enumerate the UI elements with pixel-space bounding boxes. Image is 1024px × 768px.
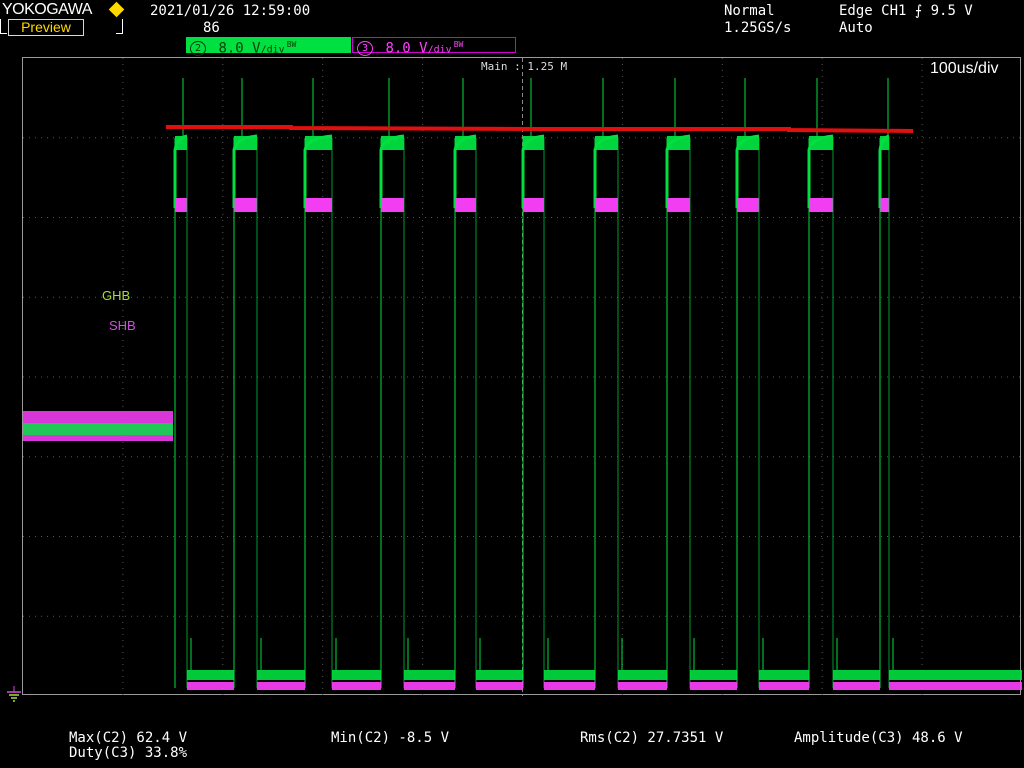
ch3-pulse-high — [737, 198, 759, 212]
datetime: 2021/01/26 12:59:00 — [150, 3, 311, 19]
ch3-pulse-high — [175, 198, 187, 212]
record-length-label: Main : 1.25 M — [481, 60, 568, 73]
brand-logo: YOKOGAWA — [2, 1, 92, 18]
ch3-pulse-high — [809, 198, 833, 212]
ch2-low-band — [187, 670, 234, 680]
trace-label-ghb: GHB — [102, 288, 131, 303]
ch2-low-band — [332, 670, 381, 680]
ch3-low-band — [618, 682, 667, 690]
waveform-canvas — [23, 58, 1022, 696]
trace-label-shb: SHB — [109, 318, 136, 333]
channel-2-number: 2 — [190, 41, 206, 57]
channel-3-scale[interactable]: 3 8.0 V/divBW — [352, 37, 516, 57]
trigger-mode[interactable]: Auto — [839, 20, 873, 36]
ch3-low-band — [833, 682, 880, 690]
channel-2-scale[interactable]: 2 8.0 V/divBW — [186, 37, 351, 57]
measurement-rms: Rms(C2) 27.7351 V — [580, 730, 724, 746]
channel-3-unit: /div — [427, 44, 452, 56]
channel-2-unit: /div — [260, 44, 285, 56]
ch2-low-band — [257, 670, 305, 680]
timebase-label[interactable]: 100us/div — [930, 60, 999, 78]
waveform-screen[interactable] — [22, 57, 1022, 696]
ch3-pulse-high — [523, 198, 544, 212]
ch2-low-band — [690, 670, 737, 680]
acquisition-count: 86 — [203, 20, 220, 36]
ch2-low-band — [544, 670, 595, 680]
ch2-low-band — [476, 670, 523, 680]
ch3-pulse-high — [381, 198, 404, 212]
channel-3-bw-icon: BW — [453, 40, 464, 49]
ch3-pulse-high — [455, 198, 476, 212]
ch3-low-band — [332, 682, 381, 690]
channel-2-volts: 8.0 V — [218, 40, 261, 57]
measurement-amplitude: Amplitude(C3) 48.6 V — [794, 730, 963, 746]
acquisition-mode[interactable]: Normal — [724, 3, 775, 19]
peak-marker-line — [166, 125, 914, 133]
preview-bracket-right — [116, 19, 123, 34]
channel-3-number: 3 — [357, 41, 373, 57]
measurement-max: Max(C2) 62.4 V — [69, 730, 188, 746]
ch2-low-band — [759, 670, 809, 680]
ch3-low-band — [404, 682, 455, 690]
ground-marker-icon — [7, 686, 21, 702]
ch2-low-band — [404, 670, 455, 680]
preview-bracket-left — [0, 19, 7, 34]
ch3-pulse-high — [880, 198, 889, 212]
measurement-min: Min(C2) -8.5 V — [331, 730, 450, 746]
ch3-pulse-high — [305, 198, 332, 212]
ch3-low-band — [889, 682, 1022, 690]
ch3-low-band — [544, 682, 595, 690]
ch2-low-band — [618, 670, 667, 680]
ch3-low-band — [759, 682, 809, 690]
ch2-low-band — [889, 670, 1022, 680]
ch3-pulse-high — [595, 198, 618, 212]
ch3-pulse-high — [667, 198, 690, 212]
trigger-setting[interactable]: Edge CH1 ⨍ 9.5 V — [839, 3, 973, 19]
status-diamond-icon — [108, 1, 125, 18]
channel-3-volts: 8.0 V — [385, 40, 428, 57]
ch3-low-band — [690, 682, 737, 690]
sample-rate: 1.25GS/s — [724, 20, 792, 36]
preview-button[interactable]: Preview — [8, 19, 84, 36]
ch3-pulse-high — [234, 198, 257, 212]
ch2-low-band — [833, 670, 880, 680]
ch2-pretrigger-band — [23, 423, 173, 435]
ch3-low-band — [187, 682, 234, 690]
channel-2-bw-icon: BW — [286, 40, 297, 49]
ch3-low-band — [476, 682, 523, 690]
ch3-low-band — [257, 682, 305, 690]
measurement-duty: Duty(C3) 33.8% — [69, 745, 188, 761]
